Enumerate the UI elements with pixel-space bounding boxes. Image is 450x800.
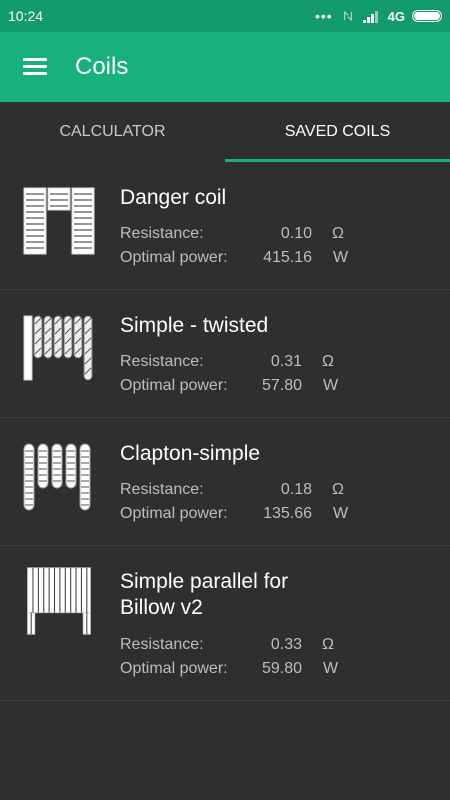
power-row: Optimal power: 135.66 W [120, 503, 360, 525]
tab-bar: CALCULATOR SAVED COILS [0, 102, 450, 162]
power-value: 59.80 [261, 660, 302, 677]
app-title: Coils [75, 53, 129, 80]
resistance-label: Resistance: [120, 353, 204, 370]
resistance-label: Resistance: [120, 225, 204, 242]
resistance-row: Resistance: 0.10 Ω [120, 223, 360, 245]
resistance-value: 0.31 [270, 353, 302, 370]
power-row: Optimal power: 415.16 W [120, 247, 360, 269]
power-value: 57.80 [261, 377, 302, 394]
resistance-row: Resistance: 0.18 Ω [120, 479, 360, 501]
resistance-value: 0.10 [280, 225, 312, 242]
resistance-unit: Ω [322, 636, 334, 653]
power-value: 135.66 [263, 505, 312, 522]
tab-calculator[interactable]: CALCULATOR [0, 102, 225, 162]
network-type: 4G [387, 8, 405, 24]
coil-thumbnail-icon [23, 315, 93, 381]
resistance-row: Resistance: 0.33 Ω [120, 634, 360, 656]
more-notifications-icon: ••• [314, 8, 333, 24]
resistance-unit: Ω [322, 353, 334, 370]
coil-name: Simple parallel for Billow v2 [120, 570, 289, 619]
power-value: 415.16 [263, 249, 312, 266]
power-label: Optimal power: [120, 249, 228, 266]
wifi-off-icon [343, 11, 352, 21]
status-bar: 10:24 ••• 4G [0, 0, 450, 32]
coil-list-item[interactable]: Simple parallel for Billow v2 Resistance… [0, 546, 450, 701]
resistance-value: 0.33 [270, 636, 302, 653]
resistance-value: 0.18 [280, 481, 312, 498]
power-row: Optimal power: 59.80 W [120, 658, 360, 680]
resistance-label: Resistance: [120, 636, 204, 653]
power-unit: W [323, 377, 339, 394]
status-time: 10:24 [8, 8, 44, 24]
coil-list-item[interactable]: Clapton-simple Resistance: 0.18 Ω Optima… [0, 418, 450, 546]
coil-list-item[interactable]: Danger coil Resistance: 0.10 Ω Optimal p… [0, 162, 450, 290]
coil-list-item[interactable]: Simple - twisted Resistance: 0.31 Ω Opti… [0, 290, 450, 418]
power-label: Optimal power: [120, 377, 228, 394]
battery-icon [412, 10, 442, 22]
saved-coils-list: Danger coil Resistance: 0.10 Ω Optimal p… [0, 162, 450, 701]
resistance-row: Resistance: 0.31 Ω [120, 351, 360, 373]
menu-icon[interactable] [23, 57, 47, 77]
power-row: Optimal power: 57.80 W [120, 375, 360, 397]
resistance-unit: Ω [332, 225, 344, 242]
power-unit: W [323, 660, 339, 677]
coil-name: Simple - twisted [120, 314, 269, 337]
coil-thumbnail-icon [23, 187, 95, 255]
resistance-unit: Ω [332, 481, 344, 498]
signal-icon [362, 10, 378, 23]
tab-saved-coils[interactable]: SAVED COILS [225, 102, 450, 162]
coil-thumbnail-icon [23, 443, 91, 511]
power-unit: W [333, 505, 349, 522]
power-label: Optimal power: [120, 660, 228, 677]
power-label: Optimal power: [120, 505, 228, 522]
status-icons: ••• 4G [315, 8, 442, 24]
coil-name: Danger coil [120, 186, 227, 209]
power-unit: W [333, 249, 349, 266]
coil-name: Clapton-simple [120, 442, 261, 465]
app-bar: Coils [0, 32, 450, 102]
resistance-label: Resistance: [120, 481, 204, 498]
coil-thumbnail-icon [27, 567, 91, 635]
